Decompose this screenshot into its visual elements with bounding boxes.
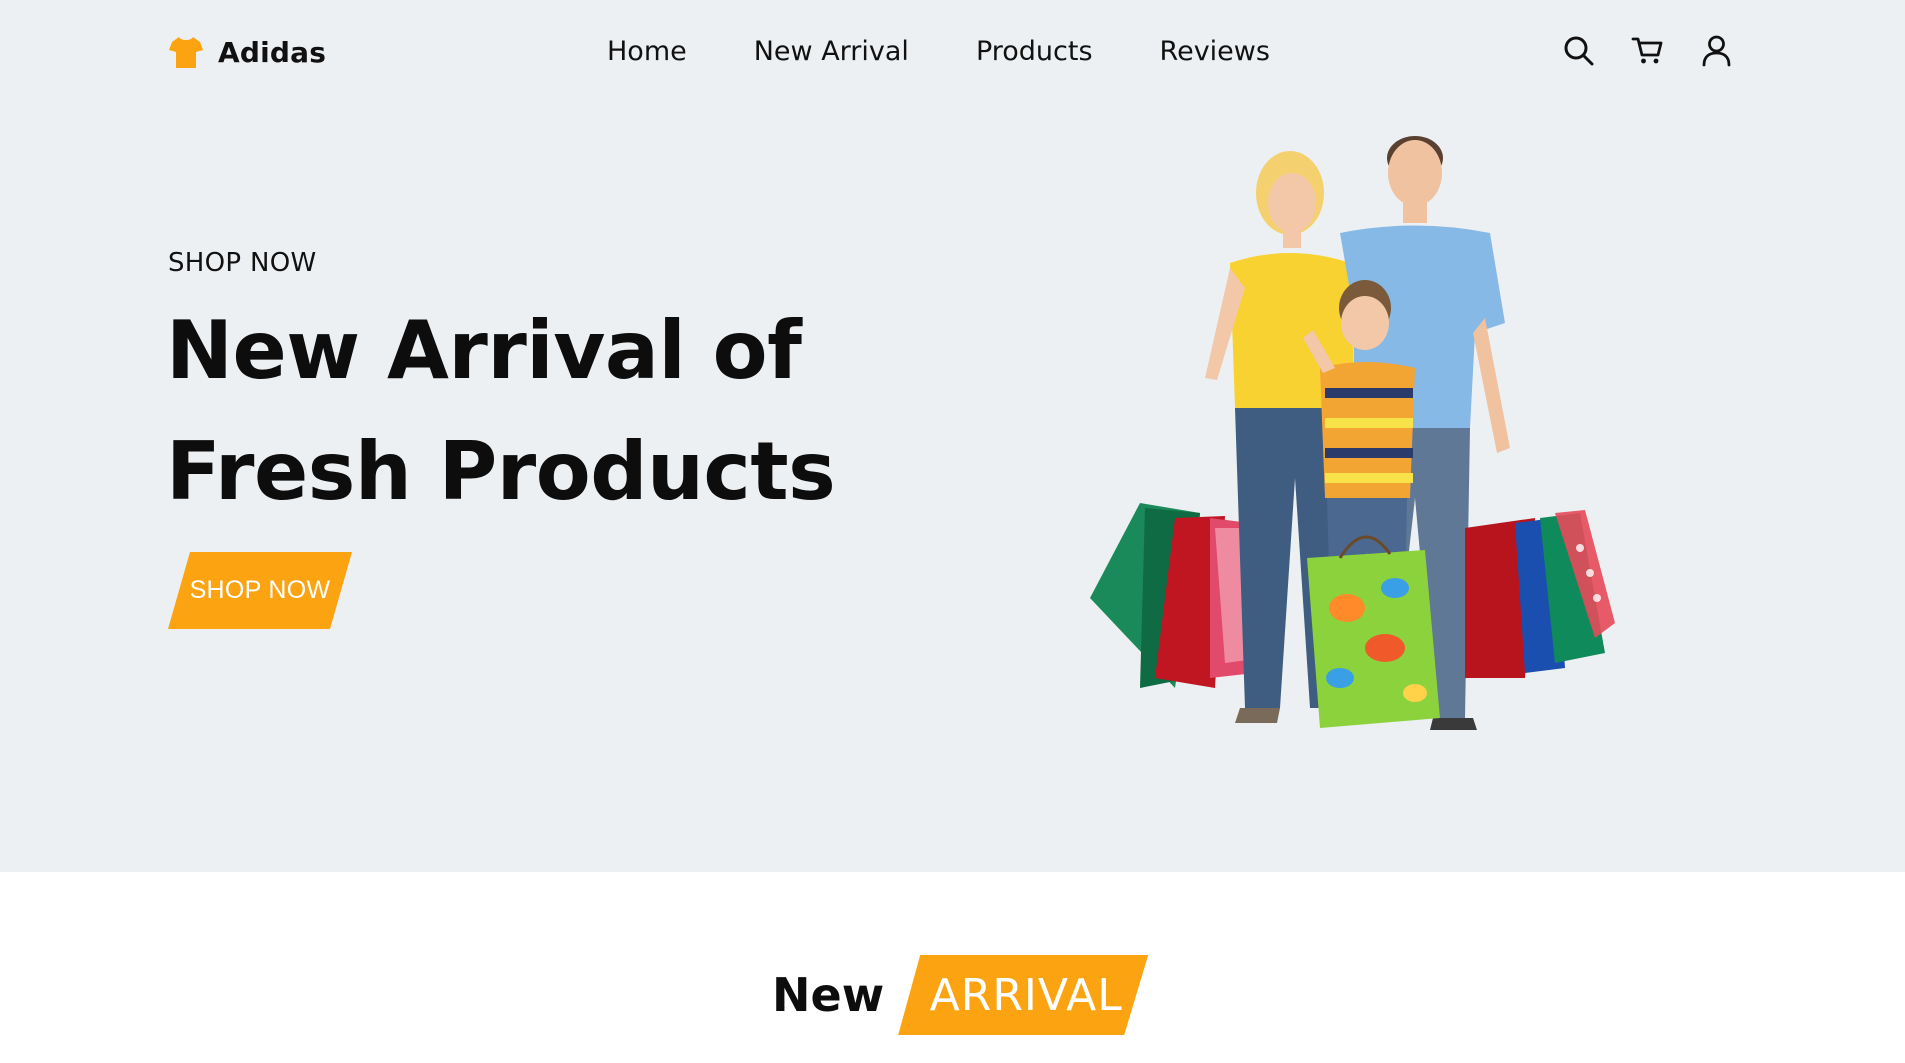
nav-link-reviews[interactable]: Reviews bbox=[1160, 36, 1270, 67]
hero-title-line-2: Fresh Products bbox=[166, 425, 836, 518]
right-bags-group bbox=[1465, 510, 1615, 678]
nav-icon-group bbox=[1562, 34, 1733, 67]
nav-link-products[interactable]: Products bbox=[976, 36, 1093, 67]
main-nav: Home New Arrival Products Reviews bbox=[607, 36, 1270, 67]
navbar: Adidas Home New Arrival Products Reviews bbox=[0, 0, 1905, 106]
hero-section: Adidas Home New Arrival Products Reviews bbox=[0, 0, 1905, 872]
nav-link-home[interactable]: Home bbox=[607, 36, 687, 67]
family-shopping-image bbox=[1090, 136, 1615, 730]
left-bags-group bbox=[1090, 503, 1263, 688]
section-heading-word: New bbox=[772, 968, 885, 1022]
new-arrival-heading: New ARRIVAL bbox=[772, 955, 1149, 1035]
cart-button[interactable] bbox=[1631, 34, 1664, 67]
section-heading-badge: ARRIVAL bbox=[898, 955, 1149, 1035]
user-icon bbox=[1702, 35, 1731, 67]
hero-title: New Arrival of Fresh Products bbox=[166, 290, 886, 532]
nav-link-new-arrival[interactable]: New Arrival bbox=[754, 36, 909, 67]
family-shopping-illustration bbox=[1085, 118, 1625, 748]
search-icon bbox=[1564, 36, 1594, 66]
hero-eyebrow: SHOP NOW bbox=[168, 248, 317, 278]
shop-now-button[interactable]: SHOP NOW bbox=[168, 552, 352, 629]
brand-link[interactable]: Adidas bbox=[168, 34, 326, 70]
tshirt-icon bbox=[169, 37, 203, 68]
cart-icon bbox=[1631, 37, 1663, 64]
search-button[interactable] bbox=[1562, 34, 1595, 67]
hero-title-line-1: New Arrival of bbox=[166, 304, 802, 397]
center-bag-group bbox=[1307, 535, 1440, 728]
brand-name: Adidas bbox=[218, 35, 327, 69]
account-button[interactable] bbox=[1700, 34, 1733, 67]
